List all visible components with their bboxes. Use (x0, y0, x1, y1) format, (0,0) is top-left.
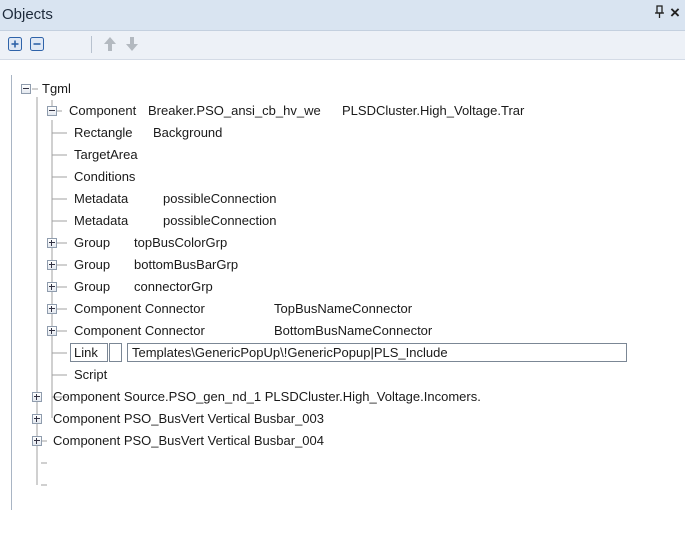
node-type: Group (74, 257, 111, 272)
link-name-field[interactable] (109, 343, 122, 362)
node-label: Component Source.PSO_gen_nd_1 PLSDCluste… (53, 389, 481, 404)
node-type: Script (74, 367, 108, 382)
node-name: Background (153, 125, 223, 140)
node-type: TargetArea (74, 147, 138, 162)
node-name: connectorGrp (134, 279, 213, 294)
node-label: Component PSO_BusVert Vertical Busbar_00… (53, 411, 324, 426)
node-name: possibleConnection (163, 191, 277, 206)
expand-node-icon[interactable] (47, 260, 57, 270)
node-type: Component Connector (74, 301, 205, 316)
panel-toolbar (0, 31, 685, 60)
collapse-all-icon[interactable] (30, 37, 44, 51)
node-label: Component PSO_BusVert Vertical Busbar_00… (53, 433, 324, 448)
node-type: Metadata (74, 213, 129, 228)
node-type: Metadata (74, 191, 129, 206)
node-label: Tgml (42, 81, 71, 96)
node-type: Rectangle (74, 125, 133, 140)
node-name: BottomBusNameConnector (274, 323, 433, 338)
arrow-up-icon[interactable] (103, 36, 117, 52)
pin-icon[interactable] (654, 5, 665, 22)
close-icon[interactable]: × (670, 3, 680, 23)
arrow-down-icon[interactable] (125, 36, 139, 52)
expand-node-icon[interactable] (47, 304, 57, 314)
expand-node-icon[interactable] (47, 326, 57, 336)
expand-node-icon[interactable] (32, 414, 42, 424)
node-path: PLSDCluster.High_Voltage.Trar (342, 103, 525, 118)
link-type-field[interactable]: Link (70, 343, 108, 362)
collapse-node-icon[interactable] (21, 84, 31, 94)
node-type: Component (69, 103, 137, 118)
node-name: possibleConnection (163, 213, 277, 228)
node-type: Conditions (74, 169, 136, 184)
link-value-field[interactable]: Templates\GenericPopUp\!GenericPopup|PLS… (127, 343, 627, 362)
node-name: Breaker.PSO_ansi_cb_hv_we (148, 103, 321, 118)
expand-node-icon[interactable] (47, 282, 57, 292)
objects-panel: Objects × Tgml Component Breaker.PSO_ans… (0, 0, 685, 535)
node-type: Component Connector (74, 323, 205, 338)
toolbar-separator (91, 36, 92, 53)
node-type: Group (74, 235, 111, 250)
node-name: TopBusNameConnector (274, 301, 413, 316)
panel-title: Objects (2, 6, 53, 23)
panel-title-bar: Objects × (0, 0, 685, 31)
expand-node-icon[interactable] (32, 392, 42, 402)
node-type: Group (74, 279, 111, 294)
expand-node-icon[interactable] (47, 238, 57, 248)
expand-all-icon[interactable] (8, 37, 22, 51)
expand-node-icon[interactable] (32, 436, 42, 446)
collapse-node-icon[interactable] (47, 106, 57, 116)
node-name: topBusColorGrp (134, 235, 228, 250)
object-tree: Tgml Component Breaker.PSO_ansi_cb_hv_we… (11, 75, 685, 510)
node-name: bottomBusBarGrp (134, 257, 239, 272)
